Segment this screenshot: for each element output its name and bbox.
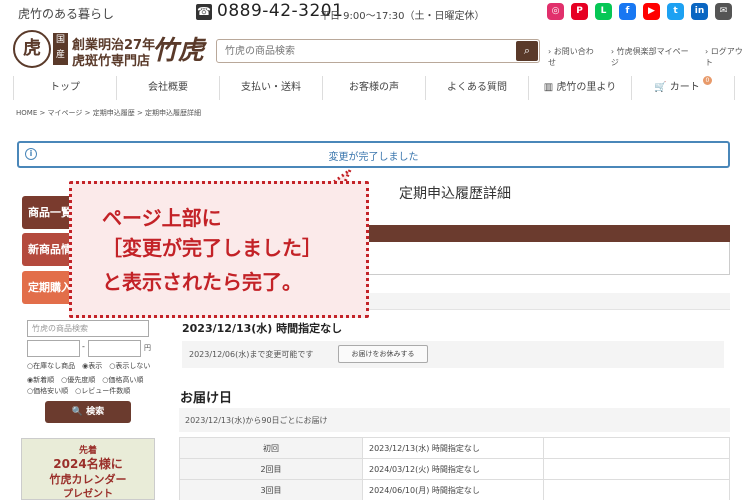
email-icon[interactable]: ✉	[715, 3, 732, 20]
table-row: 2回目 2024/03/12(火) 時間指定なし	[179, 458, 730, 480]
cart-count-badge: 0	[702, 76, 712, 85]
price-range: - 円	[27, 340, 155, 357]
alert-message: 変更が完了しました	[328, 152, 419, 163]
business-hours: 平日 9:00～17:30（土・日曜定休）	[320, 11, 485, 22]
delivery-schedule-table: 初回 2023/12/13(水) 時間指定なし 2回目 2024/03/12(火…	[179, 437, 730, 500]
sidebar-search-button[interactable]: 🔍 検索	[45, 401, 131, 423]
stock-radio-group[interactable]: ○在庫なし商品 ◉表示 ○表示しない	[27, 361, 150, 371]
price-min-input[interactable]	[27, 340, 80, 357]
pinterest-icon[interactable]: P	[571, 3, 588, 20]
delivery-title: お届け日	[180, 391, 233, 406]
social-links: ◎ P Lf ▶ t in ✉	[547, 3, 732, 20]
nav-village[interactable]: ▥ 虎竹の里より	[529, 76, 632, 100]
sidebar-subscription-label: 定期購入	[28, 281, 72, 294]
logo-mark[interactable]: 虎	[13, 30, 51, 68]
nav-cart-label: カート	[669, 82, 700, 93]
search-input[interactable]	[217, 40, 515, 62]
nav-company[interactable]: 会社概要	[117, 76, 220, 100]
nav-faq[interactable]: よくある質問	[426, 76, 529, 100]
header-links: › お問い合わせ › 竹虎倶楽部マイページ › ログアウト	[548, 46, 750, 68]
next-delivery-date: 2023/12/13(水) 時間指定なし	[182, 322, 343, 335]
success-alert: i 変更が完了しました	[17, 141, 730, 168]
table-row: 3回目 2024/06/10(月) 時間指定なし	[179, 479, 730, 500]
header-search: ⌕	[216, 39, 540, 63]
line-icon[interactable]: L	[595, 3, 612, 20]
book-icon: ▥	[543, 82, 557, 93]
youtube-icon[interactable]: ▶	[643, 3, 660, 20]
logo-brush[interactable]: 竹虎	[152, 30, 204, 67]
sidebar-products-label: 商品一覧	[28, 206, 72, 219]
change-deadline: 2023/12/06(水)まで変更可能です	[189, 350, 314, 359]
schedule-value: 2024/06/10(月) 時間指定なし	[362, 479, 544, 500]
linkedin-icon[interactable]: in	[691, 3, 708, 20]
top-bar: 虎竹のある暮らし ☎ 0889-42-3201 平日 9:00～17:30（土・…	[0, 0, 750, 26]
schedule-label: 3回目	[179, 479, 363, 500]
logo-seal: 国産	[53, 33, 68, 65]
price-unit: 円	[144, 344, 151, 352]
twitter-icon[interactable]: t	[667, 3, 684, 20]
schedule-value: 2024/03/12(火) 時間指定なし	[362, 458, 544, 480]
price-max-input[interactable]	[88, 340, 141, 357]
search-icon: ⌕	[523, 44, 531, 57]
banner-line-4: プレゼント	[63, 489, 113, 500]
nav-village-label: 虎竹の里より	[556, 82, 617, 93]
schedule-label: 初回	[179, 437, 363, 459]
callout-line-1: ページ上部に	[102, 206, 222, 230]
callout-line-2: ［変更が完了しました］	[102, 236, 322, 260]
price-separator: -	[82, 342, 85, 351]
logout-link[interactable]: › ログアウト	[705, 46, 750, 68]
cart-icon: 🛒	[654, 82, 670, 93]
skip-delivery-button[interactable]: お届けをお休みする	[338, 345, 428, 363]
table-row: 初回 2023/12/13(水) 時間指定なし	[179, 437, 730, 459]
logo-tagline-2: 虎斑竹専門店	[72, 54, 151, 69]
banner-line-2: 2024名様に	[53, 457, 123, 471]
sidebar-search-input[interactable]: 竹虎の商品検索	[27, 320, 149, 337]
nav-cart[interactable]: 🛒 カート 0	[632, 76, 735, 100]
schedule-label: 2回目	[179, 458, 363, 480]
breadcrumb[interactable]: HOME > マイページ > 定期申込履歴 > 定期申込履歴詳細	[16, 108, 201, 118]
calendar-banner[interactable]: 先着 2024名様に 竹虎カレンダー プレゼント	[21, 438, 155, 500]
main-nav: トップ 会社概要 支払い・送料 お客様の声 よくある質問 ▥ 虎竹の里より 🛒 …	[13, 76, 735, 100]
callout-line-3: と表示されたら完了。	[102, 270, 302, 294]
schedule-extra	[543, 437, 730, 459]
nav-reviews[interactable]: お客様の声	[323, 76, 426, 100]
schedule-extra	[543, 479, 730, 500]
delivery-interval-box: 2023/12/13(水)から90日ごとにお届け	[179, 408, 730, 432]
delivery-interval: 2023/12/13(水)から90日ごとにお届け	[185, 416, 328, 425]
schedule-value: 2023/12/13(水) 時間指定なし	[362, 437, 544, 459]
change-deadline-box: 2023/12/06(水)まで変更可能です お届けをお休みする	[182, 341, 724, 368]
sort-radio-group-1[interactable]: ◉新着順 ○優先度順 ○価格高い順	[27, 375, 143, 385]
facebook-icon[interactable]: f	[619, 3, 636, 20]
mypage-link[interactable]: › 竹虎倶楽部マイページ	[611, 46, 695, 68]
nav-top[interactable]: トップ	[13, 76, 117, 100]
tagline: 虎竹のある暮らし	[18, 7, 115, 21]
search-button[interactable]: ⌕	[516, 41, 538, 61]
nav-payment[interactable]: 支払い・送料	[220, 76, 323, 100]
contact-link[interactable]: › お問い合わせ	[548, 46, 601, 68]
sort-radio-group-2[interactable]: ○価格安い順 ○レビュー件数順	[27, 386, 130, 396]
phone-icon: ☎	[196, 4, 212, 20]
schedule-extra	[543, 458, 730, 480]
instagram-icon[interactable]: ◎	[547, 3, 564, 20]
